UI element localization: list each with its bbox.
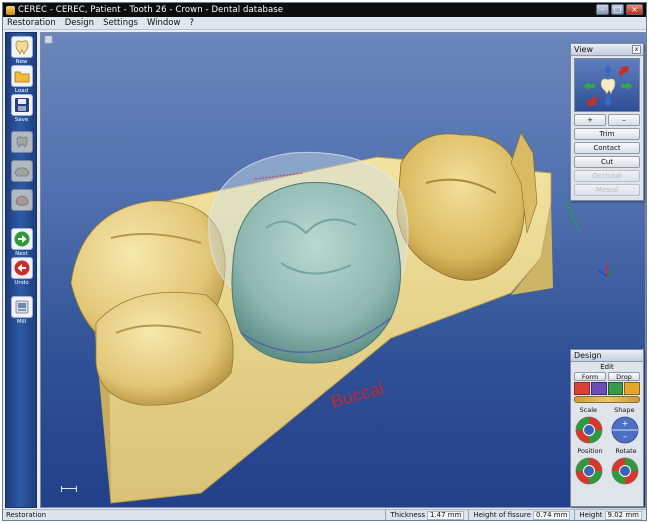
contact-button[interactable]: Contact [574,142,640,154]
title-bar: CEREC - CEREC, Patient - Tooth 26 - Crow… [3,3,646,17]
next-button[interactable]: Next [9,228,34,257]
jaw-step-icon [10,160,33,182]
shape-wheel-icon[interactable]: + – [610,415,640,445]
mesial-button[interactable]: Mesial [574,184,640,196]
svg-text:+: + [622,419,629,428]
scale-label: Scale [579,406,598,414]
pin-icon[interactable]: x [632,45,641,54]
position-wheel-icon[interactable] [574,456,604,486]
view-panel: View x + – Trim Contact Cut Occlusal Mes… [570,43,644,201]
save-icon [10,94,33,116]
menu-window[interactable]: Window [147,18,181,28]
zoom-out-button[interactable]: – [608,114,640,126]
mill-button[interactable]: Mill [9,296,34,325]
rotate-wheel-icon[interactable] [610,456,640,486]
buccal-label: Buccal [329,378,386,412]
status-bar: Restoration Thickness 1.47 mm Height of … [3,509,646,520]
form-tab[interactable]: Form [574,372,606,381]
load-button[interactable]: Load [9,65,34,94]
status-mode: Restoration [6,511,47,519]
occlusal-button[interactable]: Occlusal [574,170,640,182]
hand-tools [574,382,640,395]
app-icon [6,5,15,15]
material-size-slider[interactable] [574,396,640,403]
close-button[interactable]: × [626,4,643,15]
model-step-icon [10,189,33,211]
menu-help[interactable]: ? [189,18,194,28]
application-window: CEREC - CEREC, Patient - Tooth 26 - Crow… [2,2,647,521]
minimize-button[interactable]: – [596,4,609,15]
drop-tab[interactable]: Drop [608,372,640,381]
view-panel-header: View x [571,44,643,56]
tooth-step-button[interactable] [9,131,34,153]
menu-restoration[interactable]: Restoration [7,18,56,28]
mill-icon [10,296,33,318]
undo-button[interactable]: Undo [9,257,34,286]
edit-label: Edit [600,363,614,371]
window-controls: – □ × [596,4,643,15]
arrow-left-icon [10,257,33,279]
cut-button[interactable]: Cut [574,156,640,168]
3d-viewport[interactable]: Buccal [40,32,646,508]
tooth-step-icon [10,131,33,153]
menu-bar: Restoration Design Settings Window ? [3,17,646,30]
model-step-button[interactable] [9,189,34,211]
save-button[interactable]: Save [9,94,34,123]
remove-material-icon[interactable] [590,382,607,395]
view-orientation-control[interactable] [574,58,640,112]
arrow-right-icon [10,228,33,250]
rotate-label: Rotate [615,447,637,455]
drop-icon[interactable] [624,382,640,395]
thickness-readout: Thickness 1.47 mm [385,510,468,520]
dental-model-scene[interactable]: Buccal [41,33,646,508]
design-panel-header: Design [571,350,643,362]
shape-label: Shape [614,406,635,414]
main-toolbar: New Load Save Next Undo Mill [5,32,37,508]
maximize-button[interactable]: □ [611,4,624,15]
menu-settings[interactable]: Settings [103,18,138,28]
zoom-in-button[interactable]: + [574,114,606,126]
add-material-icon[interactable] [574,382,590,395]
menu-design[interactable]: Design [65,18,94,28]
window-title: CEREC - CEREC, Patient - Tooth 26 - Crow… [18,5,284,15]
svg-text:–: – [623,432,627,441]
design-panel: Design Edit Form Drop Scale Shape + – Po… [570,349,644,507]
position-label: Position [577,447,603,455]
trim-button[interactable]: Trim [574,128,640,140]
scale-bar [61,486,77,492]
jaw-step-button[interactable] [9,160,34,182]
new-icon [10,36,33,58]
scale-wheel-icon[interactable] [574,415,604,445]
new-button[interactable]: New [9,36,34,65]
orientation-triad [597,264,616,277]
fissure-height-readout: Height of fissure 0.74 mm [468,510,574,520]
smooth-icon[interactable] [607,382,624,395]
height-readout: Height 9.02 mm [574,510,646,520]
folder-icon [10,65,33,87]
